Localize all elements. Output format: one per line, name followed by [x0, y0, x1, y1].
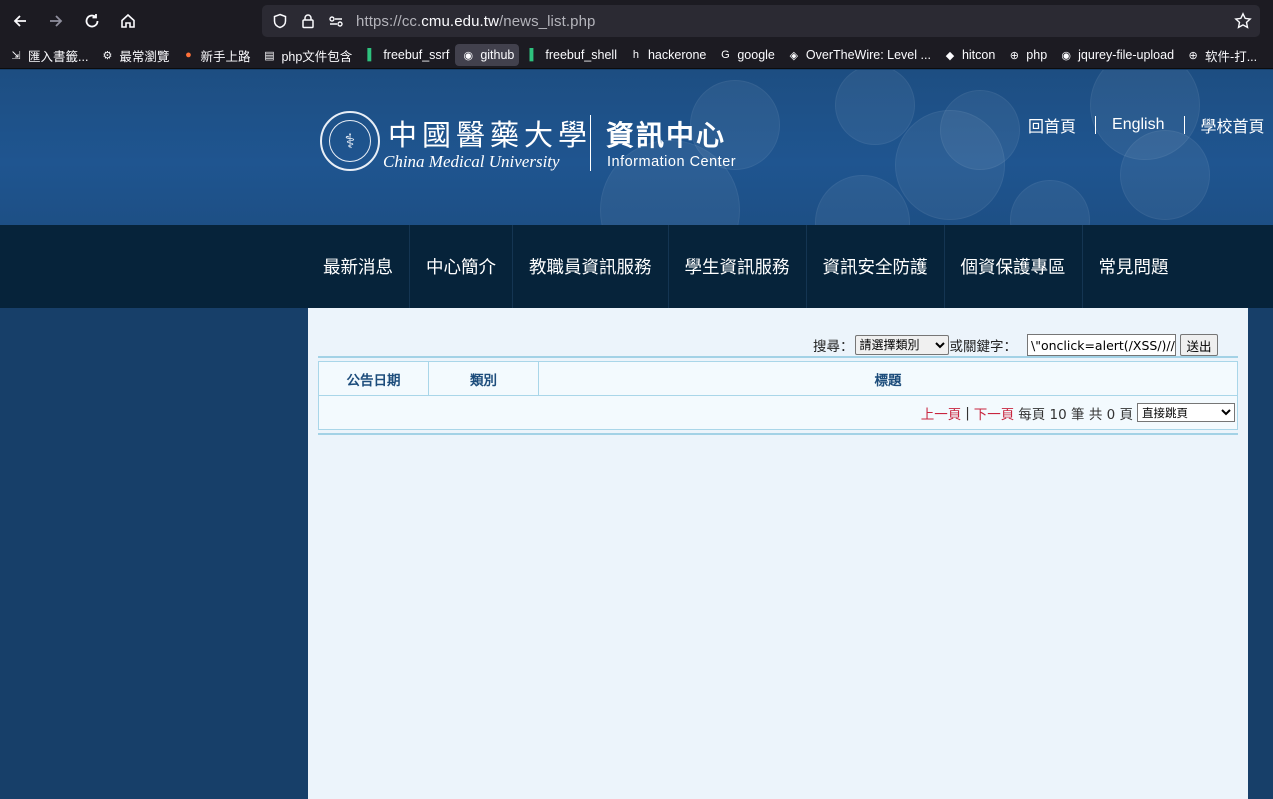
page-icon: ▤	[264, 49, 275, 62]
nav-item-student-services[interactable]: 學生資訊服務	[669, 225, 807, 308]
nav-item-staff-services[interactable]: 教職員資訊服務	[513, 225, 669, 308]
bookmark-item[interactable]: ▤ php文件包含	[256, 44, 357, 66]
nav-item-security[interactable]: 資訊安全防護	[807, 225, 945, 308]
bookmark-item[interactable]: ⊕ 软件-打...	[1180, 44, 1262, 66]
tracking-shield-icon[interactable]	[266, 5, 294, 37]
jump-page-select[interactable]: 直接跳頁	[1137, 403, 1235, 422]
bookmark-label: 最常瀏覽	[119, 49, 170, 64]
home-icon[interactable]	[110, 3, 146, 39]
bookmark-label: php文件包含	[281, 49, 353, 64]
nav-item-faq[interactable]: 常見問題	[1083, 225, 1185, 308]
globe-icon: ⊕	[1188, 49, 1198, 62]
top-links: 回首頁 English 學校首頁	[1028, 113, 1265, 137]
back-arrow-icon[interactable]	[2, 3, 38, 39]
site-header: ⚕ 中國醫藥大學 China Medical University 資訊中心 I…	[0, 70, 1273, 225]
bookmark-item[interactable]: ⊕ php	[1001, 44, 1052, 66]
submit-button[interactable]: 送出	[1180, 334, 1218, 356]
freebuf-icon: ▌	[529, 49, 538, 61]
bookmark-item[interactable]: ▌ freebuf_ssrf	[358, 44, 454, 66]
nav-item-news[interactable]: 最新消息	[307, 225, 410, 308]
firefox-icon: ●	[185, 49, 192, 61]
prev-page-link[interactable]: 上一頁	[921, 403, 962, 423]
content-panel: 搜尋： 請選擇類別 或關鍵字： 送出 公告日期 類別 標題 上一頁 | 下一頁 …	[308, 308, 1248, 799]
search-row: 搜尋： 請選擇類別 或關鍵字： 送出	[813, 334, 1218, 356]
bookmark-label: 软件-打...	[1205, 49, 1258, 64]
main-nav: 最新消息 中心簡介 教職員資訊服務 學生資訊服務 資訊安全防護 個資保護專區 常…	[0, 225, 1273, 308]
university-seal-icon[interactable]: ⚕	[320, 111, 380, 171]
bookmark-item[interactable]: ▌ freebuf_shell	[520, 44, 622, 66]
hitcon-icon: ◆	[945, 49, 955, 62]
forward-arrow-icon[interactable]	[38, 3, 74, 39]
bookmarks-bar: ⇲ 匯入書籤... ⚙ 最常瀏覽 ● 新手上路 ▤ php文件包含 ▌ freebuf_ssrf ◉…	[0, 42, 1273, 69]
category-select[interactable]: 請選擇類別	[854, 335, 949, 355]
overthewire-icon: ◈	[789, 49, 799, 62]
reload-icon[interactable]	[74, 3, 110, 39]
home-link[interactable]: 回首頁	[1028, 113, 1076, 137]
nav-item-about[interactable]: 中心簡介	[410, 225, 513, 308]
bookmark-label: jqurey-file-upload	[1078, 48, 1175, 62]
bookmark-item[interactable]: Ggoogle	[712, 44, 780, 66]
bookmark-item[interactable]: ⇲ 匯入書籤...	[3, 44, 93, 66]
bookmark-item[interactable]: ◈ OverTheWire: Level ...	[781, 44, 936, 66]
search-label: 搜尋：	[813, 339, 854, 355]
globe-icon: ⊕	[1009, 49, 1019, 62]
github-icon: ◉	[1061, 49, 1071, 62]
lock-icon[interactable]	[294, 5, 322, 37]
keyword-input[interactable]	[1027, 334, 1176, 356]
bookmark-label: php	[1026, 48, 1048, 62]
permissions-icon[interactable]	[322, 5, 350, 37]
center-name-en[interactable]: Information Center	[607, 154, 736, 170]
bookmark-item[interactable]: ⚙ 最常瀏覽	[94, 44, 174, 66]
center-name-cn[interactable]: 資訊中心	[606, 114, 726, 154]
bookmark-star-icon[interactable]	[1234, 12, 1252, 30]
link-separator	[1183, 116, 1185, 134]
logo-divider	[590, 115, 591, 171]
nav-item-privacy[interactable]: 個資保護專區	[945, 225, 1083, 308]
english-link[interactable]: English	[1112, 116, 1164, 134]
bookmark-label: hitcon	[961, 48, 996, 62]
bookmark-label: 新手上路	[200, 49, 251, 64]
freebuf-icon: ▌	[367, 49, 376, 61]
bookmark-label: freebuf_ssrf	[383, 48, 450, 62]
pager-separator: |	[965, 404, 970, 421]
bookmark-label: google	[737, 48, 775, 62]
gear-icon: ⚙	[102, 49, 113, 62]
bookmark-item[interactable]: h hackerone	[623, 44, 711, 66]
column-header-category: 類別	[429, 362, 539, 395]
bookmark-label: freebuf_shell	[545, 48, 617, 62]
google-icon: G	[721, 49, 730, 61]
bookmark-label: OverTheWire: Level ...	[805, 48, 931, 62]
news-table: 公告日期 類別 標題 上一頁 | 下一頁 每頁 10 筆 共 0 頁 直接跳頁	[318, 356, 1238, 435]
url-text[interactable]: https://cc.cmu.edu.tw/news_list.php	[356, 13, 595, 30]
github-icon: ◉	[463, 49, 474, 62]
bookmark-item[interactable]: ◉ jqurey-file-upload	[1053, 44, 1179, 66]
next-page-link[interactable]: 下一頁	[974, 403, 1015, 423]
pager: 上一頁 | 下一頁 每頁 10 筆 共 0 頁 直接跳頁	[319, 396, 1237, 429]
column-header-title: 標題	[874, 372, 902, 389]
bookmark-label: 匯入書籤...	[28, 49, 89, 64]
link-separator	[1095, 116, 1097, 134]
bookmark-item[interactable]: ● 新手上路	[175, 44, 255, 66]
hackerone-icon: h	[632, 49, 640, 61]
school-home-link[interactable]: 學校首頁	[1201, 113, 1265, 137]
column-header-date: 公告日期	[319, 362, 429, 395]
browser-toolbar: https://cc.cmu.edu.tw/news_list.php	[0, 0, 1273, 42]
bookmark-label: hackerone	[647, 48, 707, 62]
import-icon: ⇲	[11, 49, 21, 62]
bookmark-label: github	[480, 48, 515, 62]
page-info: 每頁 10 筆 共 0 頁	[1018, 406, 1133, 423]
table-header: 公告日期 類別 標題	[319, 362, 1237, 396]
url-bar[interactable]: https://cc.cmu.edu.tw/news_list.php	[262, 5, 1260, 37]
bookmark-item[interactable]: ◆ hitcon	[937, 44, 1000, 66]
keyword-label: 或關鍵字：	[949, 339, 1018, 355]
university-name-cn[interactable]: 中國醫藥大學	[388, 112, 592, 154]
bookmark-item[interactable]: ◉ github	[455, 44, 520, 66]
university-name-en[interactable]: China Medical University	[383, 152, 560, 172]
